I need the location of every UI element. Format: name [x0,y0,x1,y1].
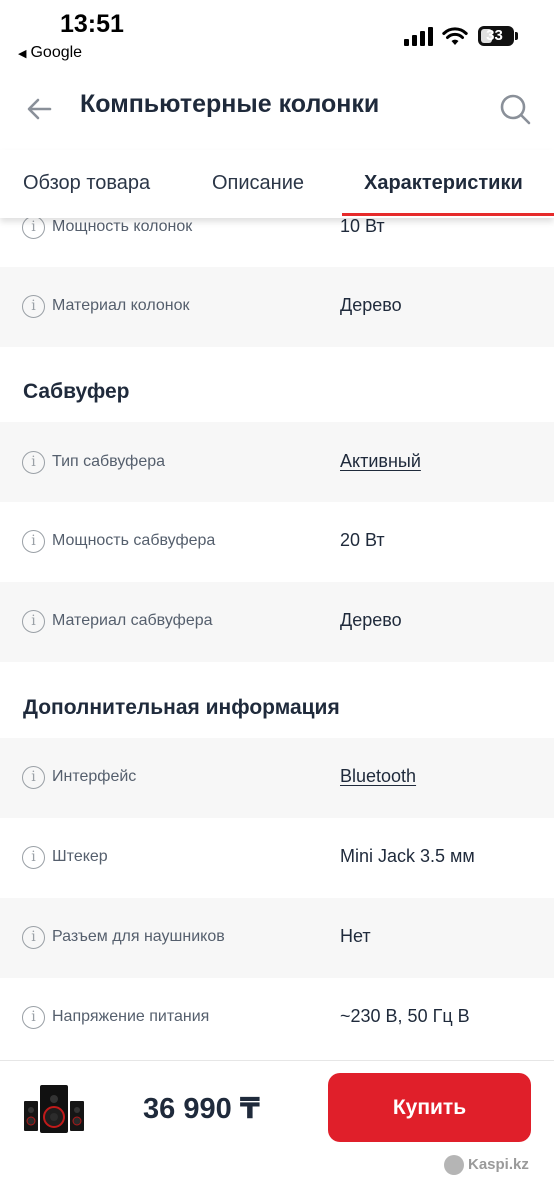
spec-label: Интерфейс [52,768,137,785]
info-icon[interactable]: i [22,218,45,239]
tab-description[interactable]: Описание [212,172,304,195]
page-title: Компьютерные колонки [80,90,380,118]
product-thumbnail[interactable] [22,1083,90,1135]
spec-row: i Мощность колонок 10 Вт [0,218,554,267]
section-title-additional-info: Дополнительная информация [23,696,340,719]
back-app-label: Google [30,44,83,61]
header: Компьютерные колонки [0,70,554,150]
spec-label: Материал сабвуфера [52,612,213,629]
arrow-left-icon[interactable] [22,92,56,126]
tab-specifications[interactable]: Характеристики [364,172,523,195]
spec-row: i Тип сабвуфера Активный [0,422,554,502]
spec-label: Мощность сабвуфера [52,532,216,549]
spec-row: i Разъем для наушников Нет [0,898,554,978]
spec-row: i Напряжение питания ~230 В, 50 Гц В [0,978,554,1058]
brand-label: Kaspi.kz [468,1156,529,1173]
back-to-app-link[interactable]: ◀ Google [18,44,82,62]
kaspi-logo-icon [444,1155,464,1175]
info-icon[interactable]: i [22,530,45,553]
spec-value-link[interactable]: Bluetooth [340,766,416,787]
product-price: 36 990 ₸ [143,1093,260,1125]
spec-label: Мощность колонок [52,218,193,235]
status-time: 13:51 [60,10,124,38]
battery-level: 33 [486,27,503,44]
info-icon[interactable]: i [22,766,45,789]
spec-value: ~230 В, 50 Гц В [340,1006,470,1026]
spec-row: i Мощность сабвуфера 20 Вт [0,502,554,582]
status-bar: 13:51 ◀ Google 33 [0,0,554,70]
battery-cap [515,32,518,40]
wifi-icon [442,27,468,45]
spec-row: i Материал колонок Дерево [0,267,554,347]
tab-bar: Обзор товара Описание Характеристики [0,150,554,218]
cellular-signal-icon [404,26,434,46]
info-icon[interactable]: i [22,926,45,949]
spec-row: i Интерфейс Bluetooth [0,738,554,818]
spec-value: Дерево [340,295,402,315]
active-tab-indicator [342,213,554,216]
spec-value-link[interactable]: Активный [340,451,421,472]
spec-label: Штекер [52,848,108,865]
spec-value: Нет [340,926,371,946]
info-icon[interactable]: i [22,295,45,318]
spec-label: Материал колонок [52,297,190,314]
bottom-purchase-bar: 36 990 ₸ Купить Kaspi.kz [0,1060,554,1200]
section-title-subwoofer: Сабвуфер [23,380,130,403]
info-icon[interactable]: i [22,451,45,474]
battery-icon: 33 [478,26,514,46]
spec-value: Дерево [340,610,402,630]
spec-row: i Материал сабвуфера Дерево [0,582,554,662]
info-icon[interactable]: i [22,846,45,869]
spec-value: Mini Jack 3.5 мм [340,846,475,866]
info-icon[interactable]: i [22,610,45,633]
specifications-list: i Мощность колонок 10 Вт i Материал коло… [0,218,554,1060]
buy-button[interactable]: Купить [328,1073,531,1142]
spec-row: i Штекер Mini Jack 3.5 мм [0,818,554,898]
spec-label: Разъем для наушников [52,928,225,945]
spec-label: Тип сабвуфера [52,453,166,470]
back-triangle-icon: ◀ [18,48,27,60]
tab-overview[interactable]: Обзор товара [23,172,150,195]
spec-label: Напряжение питания [52,1008,210,1025]
spec-value: 20 Вт [340,530,385,550]
spec-value: 10 Вт [340,218,385,236]
info-icon[interactable]: i [22,1006,45,1029]
search-icon[interactable] [498,92,532,126]
